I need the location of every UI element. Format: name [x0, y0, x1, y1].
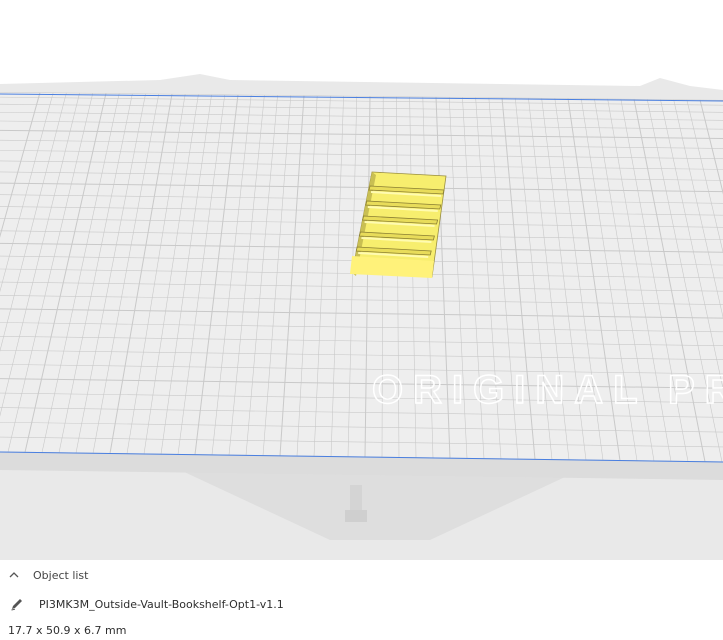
object-dimensions: 17.7 x 50.9 x 6.7 mm [8, 623, 127, 637]
object-dimensions-row: 17.7 x 50.9 x 6.7 mm [8, 622, 126, 638]
bed-watermark: ORIGINAL PRU [372, 368, 723, 412]
object-list-item[interactable]: PI3MK3M_Outside-Vault-Bookshelf-Opt1-v1.… [10, 596, 284, 612]
build-plate-scene[interactable]: ORIGINAL PRU [0, 0, 723, 560]
pencil-icon[interactable] [10, 597, 24, 611]
object-name: PI3MK3M_Outside-Vault-Bookshelf-Opt1-v1.… [39, 597, 284, 611]
chevron-up-icon[interactable] [8, 569, 20, 581]
3d-viewport[interactable]: ORIGINAL PRU [0, 0, 723, 640]
object-list-panel: Object list PI3MK3M_Outside-Vault-Booksh… [0, 560, 723, 640]
bed-support-post-base [345, 510, 367, 522]
object-list-header[interactable]: Object list [8, 567, 88, 583]
object-list-title: Object list [33, 568, 89, 582]
